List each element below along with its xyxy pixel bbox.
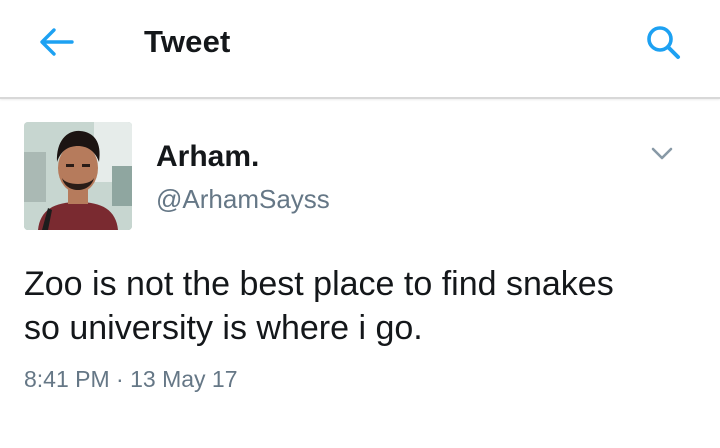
chevron-down-icon (651, 147, 673, 160)
tweet-menu-button[interactable] (646, 140, 678, 168)
tweet-timestamp: 8:41 PM · 13 May 17 (24, 366, 238, 393)
tweet-text: Zoo is not the best place to find snakes… (24, 262, 704, 350)
profile-photo (24, 122, 132, 230)
back-button[interactable] (36, 24, 76, 60)
meta-separator: · (116, 366, 124, 392)
search-icon (647, 26, 680, 59)
tweet-date: 13 May 17 (130, 366, 238, 392)
author-name[interactable]: Arham. (156, 140, 259, 174)
tweet-text-line-2: so university is where i go. (24, 309, 423, 347)
author-handle[interactable]: @ArhamSayss (156, 184, 330, 215)
tweet-time: 8:41 PM (24, 366, 110, 392)
arrow-left-icon (40, 28, 74, 56)
avatar[interactable] (24, 122, 132, 230)
tweet-text-line-1: Zoo is not the best place to find snakes (24, 265, 614, 303)
search-button[interactable] (640, 22, 686, 62)
page-title: Tweet (144, 24, 231, 59)
top-bar: Tweet (0, 0, 720, 99)
